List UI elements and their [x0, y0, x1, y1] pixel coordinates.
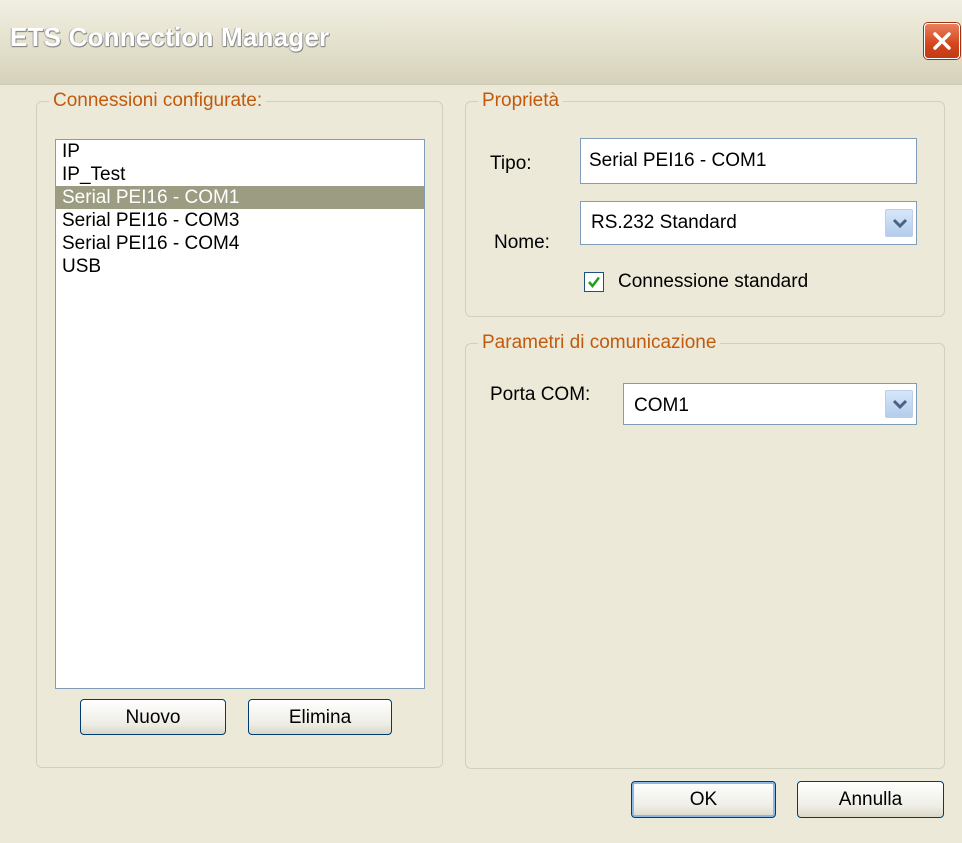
dialog-window: ETS Connection Manager Connessioni confi… — [0, 0, 962, 843]
close-button[interactable] — [924, 23, 960, 59]
close-icon — [933, 32, 951, 50]
type-field[interactable]: Serial PEI16 - COM1 — [580, 138, 917, 184]
list-item[interactable]: IP — [56, 140, 424, 163]
title-bar[interactable]: ETS Connection Manager — [0, 0, 962, 85]
name-select[interactable]: RS.232 Standard — [580, 201, 917, 245]
list-item[interactable]: USB — [56, 255, 424, 278]
window-title: ETS Connection Manager — [10, 22, 330, 52]
chevron-down-icon — [892, 218, 908, 229]
port-select-value: COM1 — [634, 395, 689, 416]
type-label: Tipo: — [490, 153, 532, 174]
list-item[interactable]: IP_Test — [56, 163, 424, 186]
new-button[interactable]: Nuovo — [80, 699, 226, 735]
properties-legend: Proprietà — [478, 90, 564, 112]
cancel-button[interactable]: Annulla — [797, 781, 944, 818]
port-label: Porta COM: — [490, 384, 591, 405]
connections-list[interactable]: IP IP_Test Serial PEI16 - COM1 Serial PE… — [55, 139, 425, 689]
name-label: Nome: — [494, 232, 550, 253]
list-item[interactable]: Serial PEI16 - COM1 — [56, 186, 424, 209]
ok-button[interactable]: OK — [631, 781, 776, 818]
communication-legend: Parametri di comunicazione — [478, 332, 721, 354]
dropdown-button[interactable] — [885, 209, 913, 237]
delete-button[interactable]: Elimina — [248, 699, 392, 735]
chevron-down-icon — [892, 399, 908, 410]
name-select-value: RS.232 Standard — [591, 212, 737, 233]
port-select[interactable]: COM1 — [623, 383, 917, 425]
dropdown-button[interactable] — [885, 390, 913, 418]
list-item[interactable]: Serial PEI16 - COM4 — [56, 232, 424, 255]
connections-legend: Connessioni configurate: — [49, 90, 267, 112]
list-item[interactable]: Serial PEI16 - COM3 — [56, 209, 424, 232]
default-connection-checkbox[interactable] — [584, 272, 604, 292]
checkmark-icon — [588, 276, 601, 289]
default-connection-label[interactable]: Connessione standard — [618, 271, 808, 293]
